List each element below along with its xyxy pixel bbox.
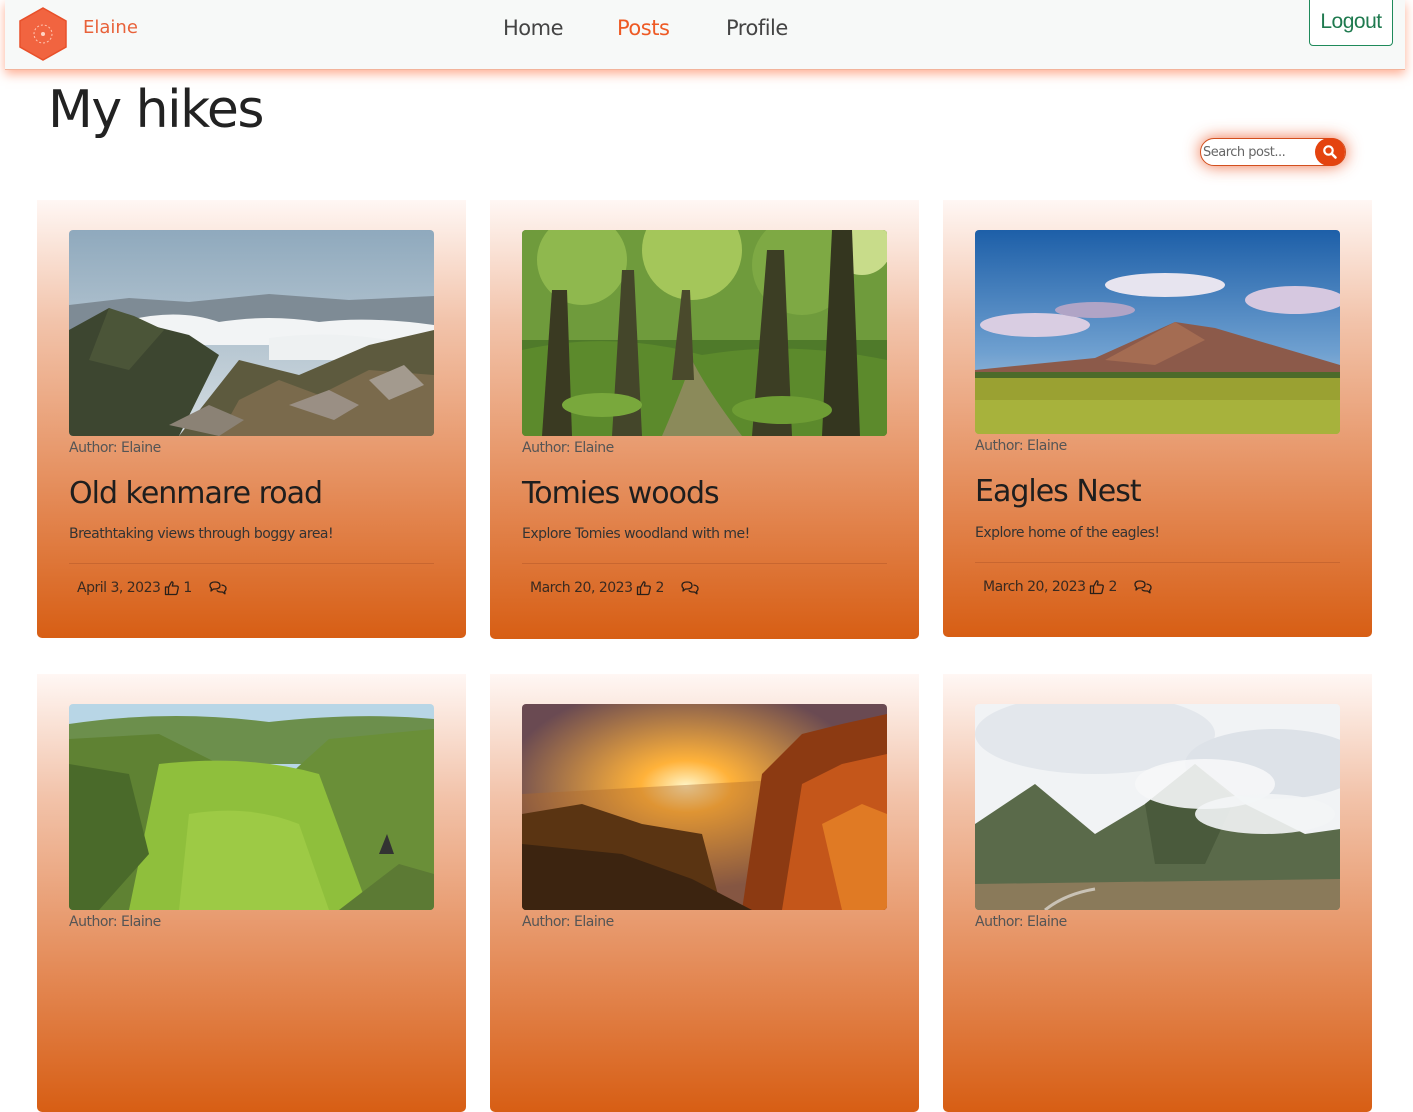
thumbs-up-icon[interactable] bbox=[636, 580, 652, 596]
nav-posts-link[interactable]: Posts bbox=[617, 16, 670, 40]
post-date: March 20, 2023 bbox=[983, 579, 1086, 595]
logo[interactable] bbox=[17, 6, 69, 62]
comments-icon[interactable] bbox=[1133, 579, 1153, 595]
like-count: 2 bbox=[1108, 579, 1117, 595]
post-title[interactable]: Eagles Nest bbox=[975, 474, 1142, 509]
post-author: Author: Elaine bbox=[975, 914, 1067, 930]
post-title[interactable]: Tomies woods bbox=[522, 476, 720, 511]
post-image-mountain-field bbox=[975, 230, 1340, 434]
post-author: Author: Elaine bbox=[69, 914, 161, 930]
post-date: April 3, 2023 bbox=[77, 580, 161, 596]
post-description: Breathtaking views through boggy area! bbox=[69, 526, 334, 542]
post-card[interactable]: Author: Elaine Tomies woods Explore Tomi… bbox=[490, 200, 919, 639]
divider bbox=[522, 563, 887, 564]
post-card[interactable]: Author: Elaine Old kenmare road Breathta… bbox=[37, 200, 466, 638]
post-meta: March 20, 2023 2 bbox=[983, 579, 1153, 595]
post-card[interactable]: Author: Elaine Eagles Nest Explore home … bbox=[943, 200, 1372, 637]
divider bbox=[69, 563, 434, 564]
nav-home-link[interactable]: Home bbox=[503, 16, 564, 40]
comments-icon[interactable] bbox=[208, 580, 228, 596]
post-image-cloudy-peak bbox=[975, 704, 1340, 910]
post-date: March 20, 2023 bbox=[530, 580, 633, 596]
post-card[interactable]: Author: Elaine bbox=[943, 674, 1372, 1112]
post-card[interactable]: Author: Elaine bbox=[490, 674, 919, 1112]
like-count: 2 bbox=[655, 580, 664, 596]
post-author: Author: Elaine bbox=[522, 914, 614, 930]
search-box bbox=[1200, 138, 1346, 166]
post-image-green-valley bbox=[69, 704, 434, 910]
post-image-mountain-valley bbox=[69, 230, 434, 436]
post-description: Explore Tomies woodland with me! bbox=[522, 526, 750, 542]
thumbs-up-icon[interactable] bbox=[164, 580, 180, 596]
divider bbox=[975, 562, 1340, 563]
post-description: Explore home of the eagles! bbox=[975, 525, 1160, 541]
page-title: My hikes bbox=[48, 80, 264, 140]
thumbs-up-icon[interactable] bbox=[1089, 579, 1105, 595]
post-title[interactable]: Old kenmare road bbox=[69, 476, 323, 511]
nav-profile-link[interactable]: Profile bbox=[726, 16, 788, 40]
comments-icon[interactable] bbox=[680, 580, 700, 596]
search-icon bbox=[1323, 145, 1337, 159]
post-meta: March 20, 2023 2 bbox=[530, 580, 700, 596]
navbar: Elaine Home Posts Profile Logout bbox=[5, 0, 1405, 70]
post-author: Author: Elaine bbox=[975, 438, 1067, 454]
post-image-sunset bbox=[522, 704, 887, 910]
post-author: Author: Elaine bbox=[69, 440, 161, 456]
post-meta: April 3, 2023 1 bbox=[77, 580, 228, 596]
search-button[interactable] bbox=[1315, 138, 1345, 166]
search-input[interactable] bbox=[1203, 141, 1313, 163]
post-author: Author: Elaine bbox=[522, 440, 614, 456]
post-image-forest bbox=[522, 230, 887, 436]
nav-username: Elaine bbox=[83, 17, 138, 38]
like-count: 1 bbox=[183, 580, 192, 596]
post-card[interactable]: Author: Elaine bbox=[37, 674, 466, 1112]
logout-button[interactable]: Logout bbox=[1309, 0, 1393, 46]
